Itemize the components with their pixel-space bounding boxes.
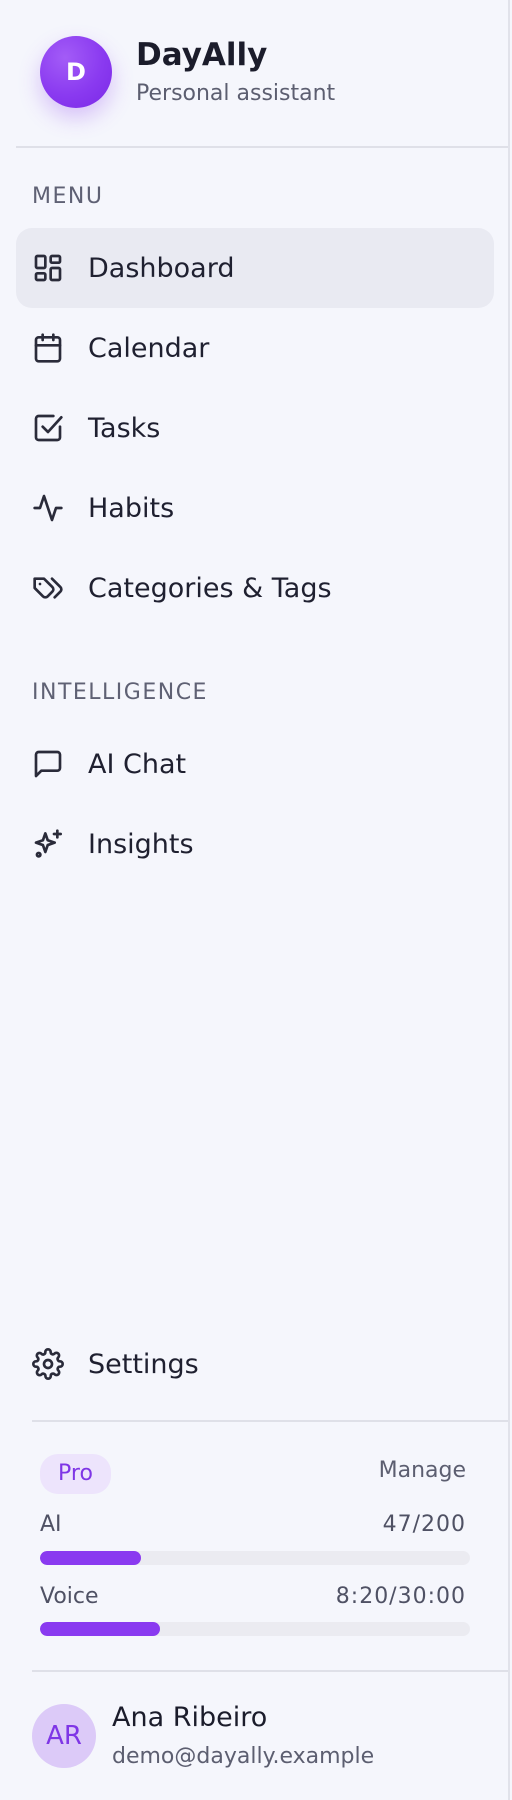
user-email: demo@dayally.example	[112, 1744, 375, 1769]
sidebar-item-categories-tags[interactable]: Categories & Tags	[16, 548, 494, 628]
brand-logo: D	[40, 36, 112, 108]
user-name: Ana Ribeiro	[112, 1702, 268, 1733]
sidebar-item-settings[interactable]: Settings	[16, 1324, 494, 1404]
usage-label-ai: AI	[40, 1512, 62, 1537]
manage-plan-link[interactable]: Manage	[379, 1458, 466, 1483]
usage-label-voice: Voice	[40, 1584, 99, 1609]
checkbox-icon	[32, 412, 64, 444]
dashboard-grid-icon	[32, 252, 64, 284]
usage-value-ai: 47/200	[382, 1512, 466, 1537]
avatar[interactable]: AR	[32, 1704, 96, 1768]
settings-divider	[32, 1420, 508, 1422]
plan-badge: Pro	[40, 1454, 111, 1494]
calendar-icon	[32, 332, 64, 364]
sidebar-item-label: Habits	[88, 492, 175, 524]
usage-bar-ai	[40, 1551, 470, 1565]
sidebar-item-label: Insights	[88, 828, 194, 860]
sidebar-item-label: Tasks	[88, 412, 161, 444]
brand-subtitle: Personal assistant	[136, 81, 336, 106]
usage-bar-voice	[40, 1622, 470, 1636]
activity-pulse-icon	[32, 492, 64, 524]
chat-bubble-icon	[32, 748, 64, 780]
sidebar-item-insights[interactable]: Insights	[16, 804, 494, 884]
plan-divider	[32, 1670, 508, 1672]
usage-bar-fill	[40, 1551, 142, 1565]
section-label-menu: MENU	[32, 184, 104, 209]
sidebar-item-calendar[interactable]: Calendar	[16, 308, 494, 388]
sidebar-item-label: Calendar	[88, 332, 210, 364]
sidebar: D DayAlly Personal assistant MENU Dashbo…	[0, 0, 510, 1800]
sparkles-icon	[32, 828, 64, 860]
usage-bar-fill	[40, 1622, 160, 1636]
brand-name: DayAlly	[136, 37, 268, 73]
section-label-intelligence: INTELLIGENCE	[32, 680, 208, 705]
sidebar-item-tasks[interactable]: Tasks	[16, 388, 494, 468]
sidebar-item-label: Categories & Tags	[88, 572, 332, 604]
tags-icon	[32, 572, 64, 604]
sidebar-item-label: AI Chat	[88, 748, 187, 780]
brand-text: DayAlly Personal assistant	[136, 37, 335, 107]
gear-icon	[32, 1348, 64, 1380]
sidebar-item-label: Settings	[88, 1348, 199, 1380]
header-divider	[16, 146, 508, 148]
usage-value-voice: 8:20/30:00	[335, 1584, 466, 1609]
sidebar-item-habits[interactable]: Habits	[16, 468, 494, 548]
brand-header[interactable]: D DayAlly Personal assistant	[40, 36, 335, 108]
sidebar-item-ai-chat[interactable]: AI Chat	[16, 724, 494, 804]
sidebar-item-label: Dashboard	[88, 252, 235, 284]
sidebar-item-dashboard[interactable]: Dashboard	[16, 228, 494, 308]
